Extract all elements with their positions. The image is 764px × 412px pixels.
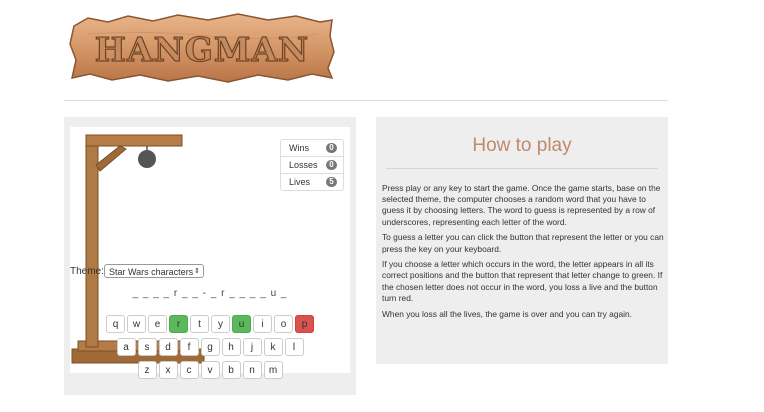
key-z[interactable]: z: [137, 361, 157, 379]
keyboard-row-1: qwertyuiop: [64, 315, 356, 333]
key-p[interactable]: p: [295, 315, 314, 333]
key-s[interactable]: s: [137, 338, 157, 356]
howto-divider: [386, 168, 658, 169]
key-y[interactable]: y: [211, 315, 230, 333]
howto-title: How to play: [472, 135, 572, 156]
key-a[interactable]: a: [116, 338, 136, 356]
theme-label: Theme:: [70, 266, 104, 277]
stat-label: Wins: [289, 143, 309, 153]
key-f[interactable]: f: [179, 338, 199, 356]
stat-label: Lives: [289, 177, 311, 187]
stat-lives: Lives 5: [281, 174, 343, 190]
key-v[interactable]: v: [200, 361, 220, 379]
key-e[interactable]: e: [148, 315, 167, 333]
howto-paragraph: When you loss all the lives, the game is…: [382, 308, 632, 319]
key-t[interactable]: t: [190, 315, 209, 333]
key-x[interactable]: x: [158, 361, 178, 379]
theme-select[interactable]: Star Wars characters ⇕: [104, 264, 204, 278]
game-panel: Wins 0 Losses 0 Lives 5 Theme: Star Wars…: [64, 117, 356, 395]
key-w[interactable]: w: [127, 315, 146, 333]
stats-list: Wins 0 Losses 0 Lives 5: [280, 139, 344, 191]
losses-badge: 0: [326, 160, 337, 170]
theme-selected-value: Star Wars characters: [109, 267, 194, 277]
hangman-head: [138, 150, 156, 168]
stat-wins: Wins 0: [281, 140, 343, 157]
key-m[interactable]: m: [263, 361, 283, 379]
select-arrows-icon: ⇕: [194, 268, 200, 275]
key-l[interactable]: l: [284, 338, 304, 356]
key-h[interactable]: h: [221, 338, 241, 356]
key-d[interactable]: d: [158, 338, 178, 356]
key-o[interactable]: o: [274, 315, 293, 333]
key-n[interactable]: n: [242, 361, 262, 379]
howto-text: Press play or any key to start the game.…: [382, 183, 664, 324]
howto-paragraph: Press play or any key to start the game.…: [382, 183, 661, 227]
wins-badge: 0: [326, 143, 337, 153]
key-i[interactable]: i: [253, 315, 272, 333]
key-b[interactable]: b: [221, 361, 241, 379]
key-k[interactable]: k: [263, 338, 283, 356]
key-r[interactable]: r: [169, 315, 188, 333]
header-divider: [64, 100, 668, 101]
key-u[interactable]: u: [232, 315, 251, 333]
logo-text: HANGMAN: [95, 30, 309, 69]
lives-badge: 5: [326, 177, 337, 187]
key-g[interactable]: g: [200, 338, 220, 356]
key-q[interactable]: q: [106, 315, 125, 333]
keyboard-row-2: asdfghjkl: [64, 338, 356, 356]
howto-panel: How to play Press play or any key to sta…: [376, 117, 668, 364]
key-c[interactable]: c: [179, 361, 199, 379]
stat-losses: Losses 0: [281, 157, 343, 174]
stat-label: Losses: [289, 160, 318, 170]
hangman-logo: HANGMAN: [68, 12, 336, 84]
howto-paragraph: To guess a letter you can click the butt…: [382, 232, 664, 254]
word-display: _ _ _ _ r _ _ - _ r _ _ _ _ u _: [132, 288, 288, 299]
gallows-stage: Wins 0 Losses 0 Lives 5: [70, 127, 350, 373]
key-j[interactable]: j: [242, 338, 262, 356]
keyboard-row-3: zxcvbnm: [64, 361, 356, 379]
howto-paragraph: If you choose a letter which occurs in t…: [382, 259, 663, 303]
